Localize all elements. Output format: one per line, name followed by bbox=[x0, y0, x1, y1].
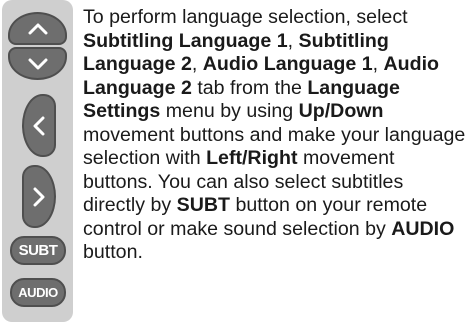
instruction-paragraph: To perform language selection, select Su… bbox=[83, 6, 467, 265]
left-button[interactable] bbox=[22, 94, 56, 157]
subt-button[interactable]: SUBT bbox=[10, 236, 66, 265]
bold-term: Subtitling Language 1 bbox=[83, 29, 288, 52]
text-segment: , bbox=[372, 53, 384, 75]
chevron-up-icon bbox=[28, 23, 48, 35]
text-segment: , bbox=[287, 29, 299, 52]
audio-button-label: AUDIO bbox=[18, 285, 58, 300]
chevron-down-icon bbox=[28, 58, 48, 70]
chevron-left-icon bbox=[33, 116, 45, 136]
text-segment: menu by using bbox=[160, 100, 299, 122]
text-segment: , bbox=[191, 53, 203, 75]
text-segment: button. bbox=[83, 241, 143, 263]
chevron-right-icon bbox=[33, 187, 45, 207]
bold-term: Audio Language 1 bbox=[202, 53, 373, 75]
bold-term: AUDIO bbox=[391, 217, 455, 240]
text-segment: tab from the bbox=[191, 76, 308, 99]
bold-term: Left/Right bbox=[206, 147, 298, 169]
down-button[interactable] bbox=[8, 47, 67, 80]
audio-button[interactable]: AUDIO bbox=[10, 278, 66, 307]
text-segment: To perform language selection, select bbox=[83, 6, 408, 28]
bold-term: SUBT bbox=[176, 194, 230, 216]
bold-term: Up/Down bbox=[298, 100, 384, 122]
remote-control-strip: SUBT AUDIO bbox=[2, 0, 73, 322]
subt-button-label: SUBT bbox=[18, 242, 58, 259]
right-button[interactable] bbox=[22, 165, 56, 228]
up-button[interactable] bbox=[8, 12, 67, 45]
